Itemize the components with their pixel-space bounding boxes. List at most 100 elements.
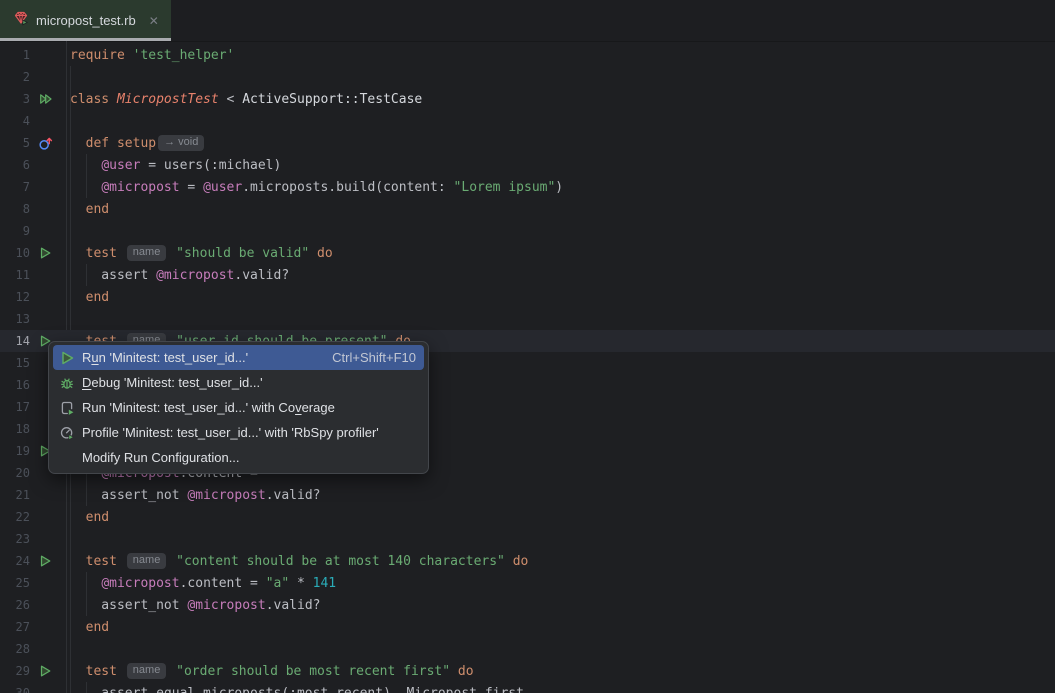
code-token: assert_equal microposts(:most_recent), M… xyxy=(70,686,524,693)
code-line: 29 test name "order should be most recen… xyxy=(0,660,1055,682)
code-line: 22 end xyxy=(0,506,1055,528)
code-token: "a" xyxy=(266,576,289,591)
code-line: 26 assert_not @micropost.valid? xyxy=(0,594,1055,616)
code-token xyxy=(70,246,86,261)
line-number: 19 xyxy=(0,444,30,458)
code-token: assert_not xyxy=(70,598,187,613)
code-token xyxy=(117,246,125,261)
code-line: 24 test name "content should be at most … xyxy=(0,550,1055,572)
code-token: end xyxy=(86,290,109,305)
code-text[interactable]: class MicropostTest < ActiveSupport::Tes… xyxy=(70,92,422,107)
code-token: def xyxy=(86,136,109,151)
line-number: 17 xyxy=(0,400,30,414)
code-token xyxy=(70,576,101,591)
line-number: 11 xyxy=(0,268,30,282)
code-text[interactable]: @micropost = @user.microposts.build(cont… xyxy=(70,180,563,195)
code-token: < xyxy=(219,92,242,107)
inline-hint-badge: name xyxy=(127,663,167,679)
code-text[interactable]: assert_equal microposts(:most_recent), M… xyxy=(70,686,524,693)
code-text[interactable]: end xyxy=(70,290,109,305)
line-number: 26 xyxy=(0,598,30,612)
code-token: "should be valid" xyxy=(176,246,309,261)
code-token: "content should be at most 140 character… xyxy=(176,554,505,569)
tab-title: micropost_test.rb xyxy=(36,13,136,28)
line-number: 3 xyxy=(0,92,30,106)
code-token xyxy=(70,180,101,195)
line-number: 24 xyxy=(0,554,30,568)
code-token: ActiveSupport::TestCase xyxy=(242,92,422,107)
menu-item-run[interactable]: Run 'Minitest: test_user_id...'Ctrl+Shif… xyxy=(53,345,424,370)
code-line: 4 xyxy=(0,110,1055,132)
coverage-icon xyxy=(59,400,75,416)
code-text[interactable]: end xyxy=(70,510,109,525)
menu-shortcut: Ctrl+Shift+F10 xyxy=(332,350,416,365)
ide-window: micropost_test.rb ✕ 1require 'test_helpe… xyxy=(0,0,1055,693)
override-gutter-icon[interactable] xyxy=(30,136,70,151)
run-gutter-icon[interactable] xyxy=(30,554,70,568)
code-token: MicropostTest xyxy=(117,92,219,107)
run-context-menu: Run 'Minitest: test_user_id...'Ctrl+Shif… xyxy=(48,341,429,474)
run-gutter-icon[interactable] xyxy=(30,664,70,678)
code-token: "order should be most recent first" xyxy=(176,664,450,679)
code-token: @user xyxy=(101,158,140,173)
line-number: 7 xyxy=(0,180,30,194)
code-token: do xyxy=(513,554,529,569)
code-token: class xyxy=(70,92,109,107)
inline-hint-badge: name xyxy=(127,245,167,261)
line-number: 15 xyxy=(0,356,30,370)
line-number: 16 xyxy=(0,378,30,392)
code-line: 28 xyxy=(0,638,1055,660)
code-text[interactable]: assert_not @micropost.valid? xyxy=(70,598,320,613)
menu-item-modify[interactable]: Modify Run Configuration... xyxy=(53,445,424,470)
code-text[interactable]: test name "content should be at most 140… xyxy=(70,553,528,569)
code-text[interactable]: def setup→ void xyxy=(70,135,206,151)
code-token xyxy=(70,136,86,151)
code-token xyxy=(70,158,101,173)
menu-item-run[interactable]: Run 'Minitest: test_user_id...' with Cov… xyxy=(53,395,424,420)
code-line: 30 assert_equal microposts(:most_recent)… xyxy=(0,682,1055,693)
line-number: 20 xyxy=(0,466,30,480)
code-text[interactable]: assert_not @micropost.valid? xyxy=(70,488,320,503)
code-line: 6 @user = users(:michael) xyxy=(0,154,1055,176)
code-text[interactable]: end xyxy=(70,620,109,635)
code-text[interactable]: @user = users(:michael) xyxy=(70,158,281,173)
code-token: ) xyxy=(555,180,563,195)
code-line: 3 class MicropostTest < ActiveSupport::Te… xyxy=(0,88,1055,110)
line-number: 29 xyxy=(0,664,30,678)
code-text[interactable]: assert @micropost.valid? xyxy=(70,268,289,283)
code-token: @micropost xyxy=(101,180,179,195)
run-all-gutter-icon[interactable] xyxy=(30,92,70,106)
code-line: 2 xyxy=(0,66,1055,88)
run-gutter-icon[interactable] xyxy=(30,246,70,260)
code-line: 1require 'test_helper' xyxy=(0,44,1055,66)
menu-item-label: Debug 'Minitest: test_user_id...' xyxy=(82,375,416,390)
code-token: .microposts.build(content: xyxy=(242,180,453,195)
code-text[interactable]: test name "order should be most recent f… xyxy=(70,663,474,679)
code-text[interactable]: end xyxy=(70,202,109,217)
line-number: 12 xyxy=(0,290,30,304)
tab-close-icon[interactable]: ✕ xyxy=(149,15,159,27)
menu-item-label: Profile 'Minitest: test_user_id...' with… xyxy=(82,425,416,440)
line-number: 14 xyxy=(0,334,30,348)
code-token: .valid? xyxy=(234,268,289,283)
code-token: require xyxy=(70,48,125,63)
tab-micropost-test[interactable]: micropost_test.rb ✕ xyxy=(0,0,171,41)
code-token: test xyxy=(86,246,117,261)
line-number: 2 xyxy=(0,70,30,84)
code-line: 5 def setup→ void xyxy=(0,132,1055,154)
code-text[interactable]: test name "should be valid" do xyxy=(70,245,333,261)
code-text[interactable]: @micropost.content = "a" * 141 xyxy=(70,576,336,591)
menu-item-debug[interactable]: Debug 'Minitest: test_user_id...' xyxy=(53,370,424,395)
menu-item-label: Modify Run Configuration... xyxy=(82,450,416,465)
code-line: 13 xyxy=(0,308,1055,330)
debug-icon xyxy=(59,375,75,391)
code-token: do xyxy=(458,664,474,679)
line-number: 27 xyxy=(0,620,30,634)
code-text[interactable]: require 'test_helper' xyxy=(70,48,234,63)
code-token: "Lorem ipsum" xyxy=(454,180,556,195)
code-line: 7 @micropost = @user.microposts.build(co… xyxy=(0,176,1055,198)
code-line: 8 end xyxy=(0,198,1055,220)
line-number: 23 xyxy=(0,532,30,546)
menu-item-profile[interactable]: Profile 'Minitest: test_user_id...' with… xyxy=(53,420,424,445)
code-token: test xyxy=(86,664,117,679)
